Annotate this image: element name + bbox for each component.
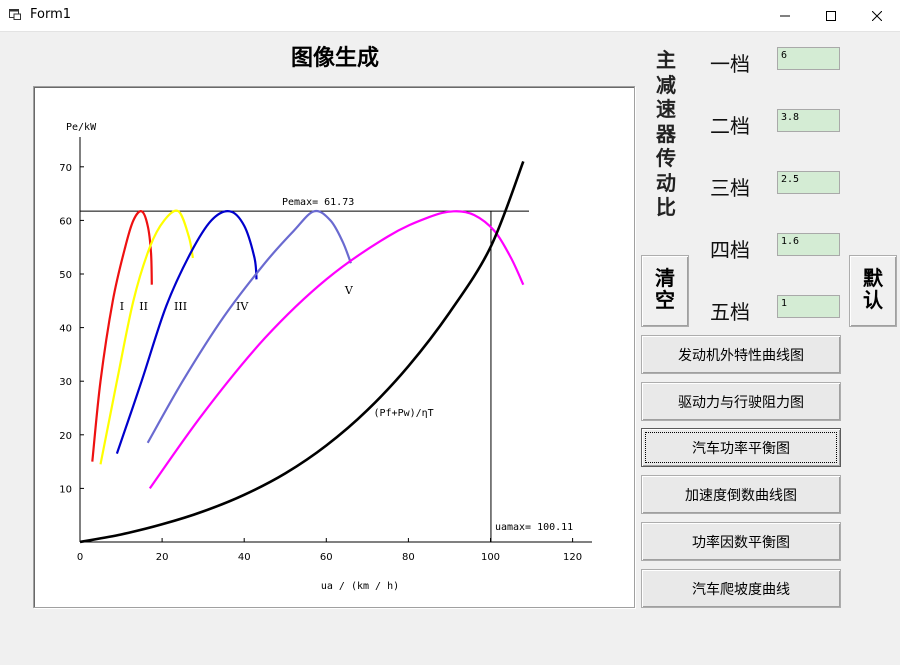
close-button[interactable]: [854, 0, 900, 31]
acceleration-curve-button[interactable]: 加速度倒数曲线图: [641, 475, 841, 514]
power-factor-button[interactable]: 功率因数平衡图: [641, 522, 841, 561]
app-icon: [9, 9, 21, 20]
gear-label-5: 五档: [710, 300, 750, 324]
ratio-title-char: 器: [656, 121, 676, 146]
gear-ratio-input-5[interactable]: 1: [777, 295, 840, 318]
gear-5-power-curve: [148, 210, 525, 490]
minimize-button[interactable]: [762, 0, 808, 31]
ratio-title-char: 减: [656, 72, 676, 97]
x-tick-label: 120: [563, 552, 582, 563]
climbing-curve-button[interactable]: 汽车爬坡度曲线: [641, 569, 841, 608]
gear-label-3: 三档: [710, 176, 750, 200]
x-tick-label: 0: [77, 552, 83, 563]
ratio-title-char: 比: [656, 195, 676, 219]
engine-curve-button[interactable]: 发动机外特性曲线图: [641, 335, 841, 374]
gear-label-1: 一档: [710, 52, 750, 76]
pemax-label: Pemax= 61.73: [282, 197, 354, 208]
y-tick-label: 60: [59, 216, 72, 227]
gear-ratio-input-3[interactable]: 2.5: [777, 171, 840, 194]
resistance-label: (Pf+Pw)/ηT: [374, 408, 434, 419]
gear-label-2: II: [139, 300, 148, 313]
minimize-icon: [780, 15, 790, 16]
page-heading: 图像生成: [290, 46, 379, 71]
gear-label-5: V: [344, 284, 354, 297]
driving-force-button[interactable]: 驱动力与行驶阻力图: [641, 382, 841, 421]
ratio-title-char: 动: [656, 170, 676, 195]
gear-label-2: 二档: [710, 114, 750, 138]
gear-ratio-input-2[interactable]: 3.8: [777, 109, 840, 132]
gear-3-power-curve: [115, 210, 258, 454]
default-button[interactable]: 默认: [849, 255, 897, 327]
gear-ratio-input-1[interactable]: 6: [777, 47, 840, 70]
gear-4-power-curve: [146, 209, 352, 444]
gear-label-1: I: [120, 300, 124, 313]
close-icon: [872, 10, 882, 21]
x-tick-label: 20: [156, 552, 169, 563]
gear-ratio-input-4[interactable]: 1.6: [777, 233, 840, 256]
power-balance-chart: 0 20 40 60 80 100 120 10 20 30 40 50 60 70 Pe/kW ua / (…: [59, 122, 592, 592]
x-tick-label: 60: [320, 552, 333, 563]
title-bar: Form1: [0, 0, 900, 32]
ratio-title: 主减速器传动比: [648, 48, 684, 220]
gear-label-3: III: [174, 300, 187, 313]
plot-panel: 0 20 40 60 80 100 120 10 20 30 40 50 60 70 Pe/kW ua / (…: [33, 86, 635, 608]
ratio-title-char: 传: [656, 146, 676, 170]
gear-label-4: IV: [236, 300, 249, 313]
gear-label-4: 四档: [710, 238, 750, 262]
y-axis-label: Pe/kW: [66, 122, 97, 133]
window-title: Form1: [30, 7, 72, 22]
ratio-title-char: 速: [656, 97, 676, 121]
x-axis-label: ua / (km / h): [321, 581, 399, 592]
clear-button[interactable]: 清空: [641, 255, 689, 327]
y-tick-label: 20: [59, 431, 72, 442]
y-tick-label: 30: [59, 377, 72, 388]
y-tick-label: 50: [59, 270, 72, 281]
maximize-button[interactable]: [808, 0, 854, 31]
power-balance-button[interactable]: 汽车功率平衡图: [641, 428, 841, 467]
ratio-title-char: 主: [656, 48, 676, 72]
x-tick-label: 100: [481, 552, 500, 563]
uamax-label: uamax= 100.11: [495, 522, 573, 533]
x-tick-label: 80: [402, 552, 415, 563]
gear-1-power-curve: [91, 210, 153, 462]
gear-2-power-curve: [99, 209, 194, 465]
maximize-icon: [826, 10, 836, 21]
y-tick-label: 10: [59, 484, 72, 495]
x-tick-label: 40: [238, 552, 251, 563]
y-tick-label: 40: [59, 324, 72, 335]
y-tick-label: 70: [59, 163, 72, 174]
